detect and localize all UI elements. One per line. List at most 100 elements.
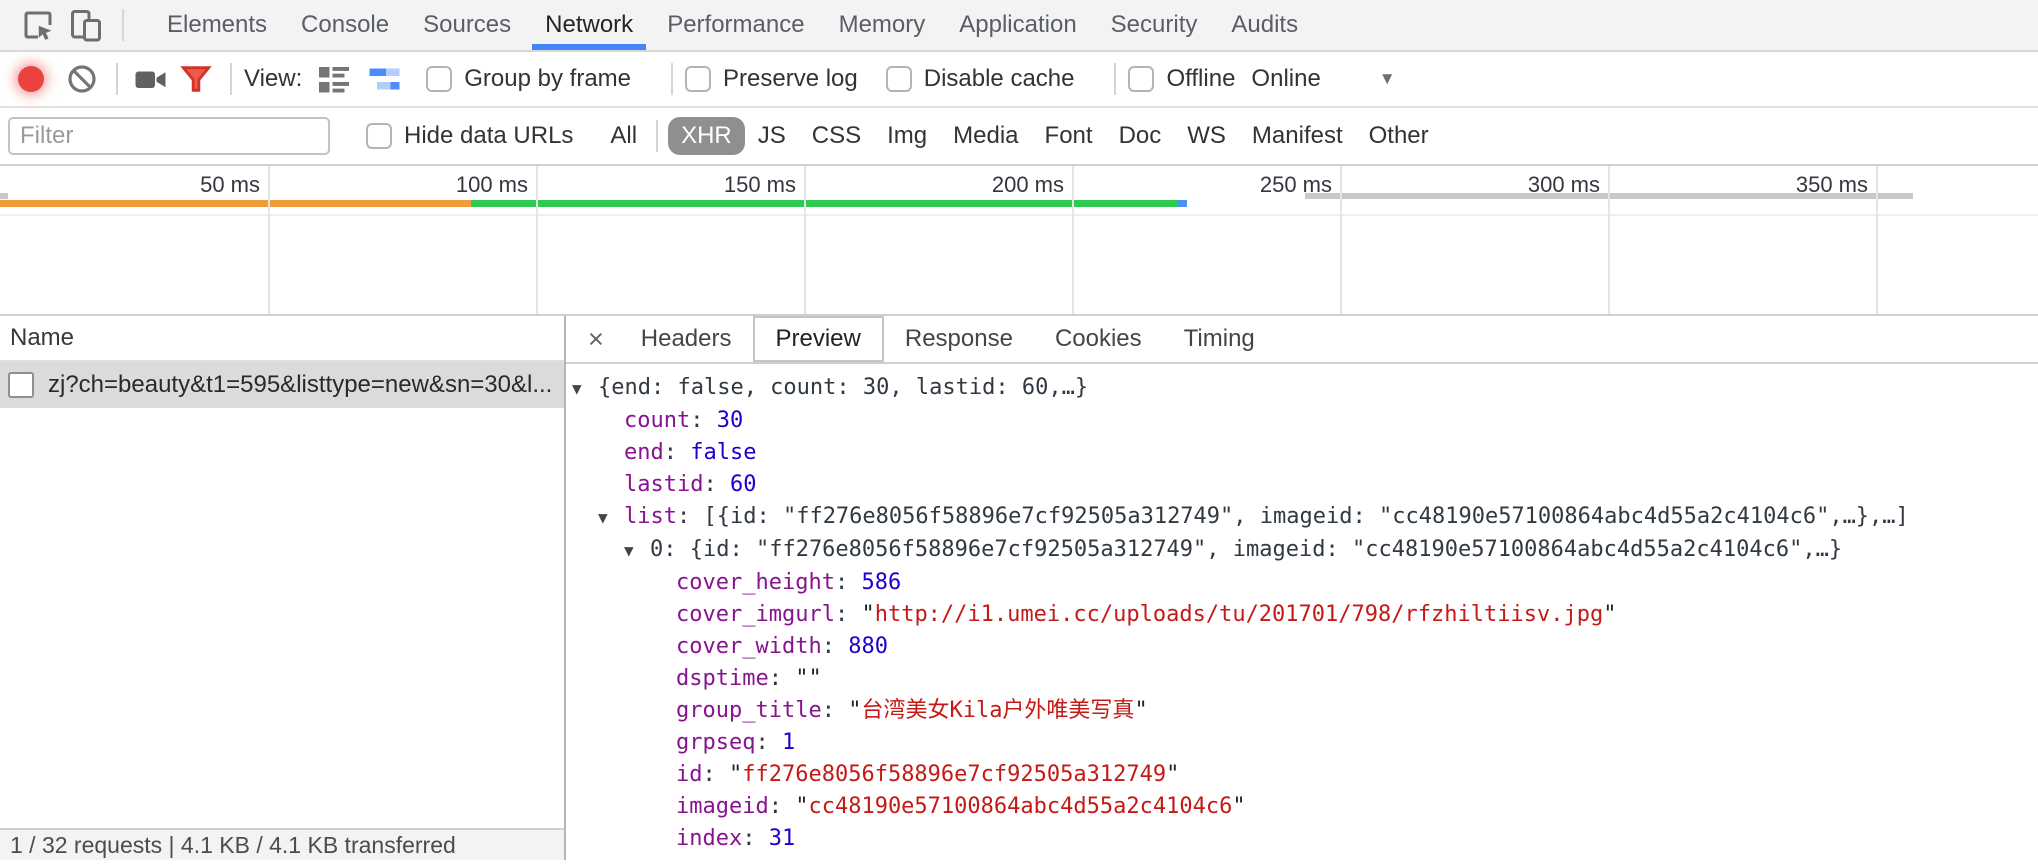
filter-type-doc[interactable]: Doc [1106, 117, 1175, 155]
large-rows-icon[interactable] [312, 57, 356, 101]
preview-line: cover_width: 880 [572, 631, 2038, 663]
json-plain: : [822, 698, 849, 723]
json-plain: : [677, 504, 704, 529]
detail-tab-cookies[interactable]: Cookies [1034, 316, 1163, 362]
hide-data-urls-checkbox[interactable] [366, 123, 392, 149]
json-key: dsptime [676, 666, 769, 691]
tab-audits[interactable]: Audits [1214, 0, 1315, 50]
tab-bar: ElementsConsoleSourcesNetworkPerformance… [0, 0, 2038, 52]
filter-type-css[interactable]: CSS [799, 117, 874, 155]
json-quote: " [1134, 698, 1147, 723]
json-plain: : [703, 472, 730, 497]
json-plain: : [703, 762, 730, 787]
screenshot-camera-icon[interactable] [130, 57, 174, 101]
filter-type-js[interactable]: JS [745, 117, 799, 155]
throttling-select[interactable]: Online ▼ [1251, 65, 1395, 93]
json-key: index [676, 826, 742, 851]
timeline-gridline [1608, 166, 1610, 314]
table-row[interactable]: zj?ch=beauty&t1=595&listtype=new&sn=30&l… [0, 362, 564, 408]
preview-line: imageid: "cc48190e57100864abc4d55a2c4104… [572, 791, 2038, 823]
preserve-log-checkbox[interactable] [685, 66, 711, 92]
tab-performance[interactable]: Performance [650, 0, 821, 50]
inspect-icon[interactable] [14, 1, 62, 49]
json-plain: : [769, 794, 796, 819]
expand-arrow-icon[interactable]: ▼ [598, 502, 624, 534]
waterfall-overview-icon[interactable] [364, 57, 408, 101]
group-by-frame-checkbox[interactable] [426, 66, 452, 92]
divider [122, 9, 124, 41]
timeline-tick-label: 50 ms [110, 172, 260, 198]
detail-tab-headers[interactable]: Headers [620, 316, 753, 362]
disable-cache-checkbox[interactable] [886, 66, 912, 92]
name-header-label: Name [10, 324, 74, 352]
filter-type-ws[interactable]: WS [1174, 117, 1239, 155]
filter-type-img[interactable]: Img [874, 117, 940, 155]
filter-input[interactable] [8, 117, 330, 155]
json-plain: : [755, 730, 782, 755]
filter-type-other[interactable]: Other [1356, 117, 1442, 155]
network-toolbar: View: Group by frame Preserve log [0, 52, 2038, 108]
tab-network[interactable]: Network [528, 0, 650, 50]
json-key: grpseq [676, 730, 755, 755]
json-plain: : [664, 440, 691, 465]
tab-console[interactable]: Console [284, 0, 406, 50]
preview-line: cover_height: 586 [572, 567, 2038, 599]
json-plain: [{id: "ff276e8056f58896e7cf92505a312749"… [703, 504, 1908, 529]
json-key: cover_width [676, 634, 822, 659]
expand-arrow-icon[interactable]: ▼ [624, 535, 650, 567]
close-icon[interactable]: × [572, 316, 620, 362]
timeline-gridline [1072, 166, 1074, 314]
disable-cache-label: Disable cache [924, 65, 1075, 93]
json-quote: "" [795, 666, 822, 691]
timeline-tick-label: 200 ms [914, 172, 1064, 198]
divider [671, 63, 673, 95]
expand-arrow-icon[interactable]: ▼ [572, 373, 598, 405]
json-quote: " [1603, 602, 1616, 627]
json-quote: " [795, 794, 808, 819]
detail-tab-response[interactable]: Response [884, 316, 1034, 362]
json-plain: : [690, 408, 717, 433]
timeline-overview[interactable]: 50 ms100 ms150 ms200 ms250 ms300 ms350 m… [0, 166, 2038, 316]
json-key: imageid [676, 794, 769, 819]
preview-line: cover_imgurl: "http://i1.umei.cc/uploads… [572, 599, 2038, 631]
tab-elements[interactable]: Elements [150, 0, 284, 50]
offline-checkbox[interactable] [1128, 66, 1154, 92]
device-toolbar-icon[interactable] [62, 1, 110, 49]
preview-line: ▼0: {id: "ff276e8056f58896e7cf92505a3127… [572, 534, 2038, 567]
json-quote: " [729, 762, 742, 787]
preview-line [572, 855, 2038, 860]
json-key: cover_imgurl [676, 602, 835, 627]
request-summary: 1 / 32 requests | 4.1 KB / 4.1 KB transf… [10, 832, 456, 859]
detail-tab-preview[interactable]: Preview [753, 316, 884, 362]
filter-type-manifest[interactable]: Manifest [1239, 117, 1356, 155]
json-plain: : [742, 826, 769, 851]
preview-line: index: 31 [572, 823, 2038, 855]
name-column-header[interactable]: Name [0, 316, 564, 362]
json-str: ff276e8056f58896e7cf92505a312749 [742, 762, 1166, 787]
chevron-down-icon: ▼ [1379, 69, 1396, 89]
filter-type-xhr[interactable]: XHR [668, 117, 745, 155]
preview-line: lastid: 60 [572, 469, 2038, 501]
tab-memory[interactable]: Memory [822, 0, 943, 50]
filter-type-all[interactable]: All [597, 117, 650, 155]
tab-security[interactable]: Security [1094, 0, 1215, 50]
json-key: count [624, 408, 690, 433]
hide-data-urls-label: Hide data URLs [404, 122, 573, 150]
json-num: 30 [717, 408, 744, 433]
timeline-gridline [1876, 166, 1878, 314]
group-by-frame-label: Group by frame [464, 65, 631, 93]
json-key: id [676, 762, 703, 787]
request-table-empty-area [0, 408, 564, 828]
detail-tab-timing[interactable]: Timing [1163, 316, 1276, 362]
record-button[interactable] [18, 66, 44, 92]
detail-tabs: HeadersPreviewResponseCookiesTiming [620, 316, 1276, 362]
filter-funnel-icon[interactable] [174, 57, 218, 101]
row-checkbox[interactable] [8, 372, 34, 398]
filter-type-font[interactable]: Font [1032, 117, 1106, 155]
tab-sources[interactable]: Sources [406, 0, 528, 50]
clear-button[interactable] [60, 57, 104, 101]
tab-application[interactable]: Application [942, 0, 1093, 50]
preview-line: id: "ff276e8056f58896e7cf92505a312749" [572, 759, 2038, 791]
json-key: end [624, 440, 664, 465]
filter-type-media[interactable]: Media [940, 117, 1031, 155]
